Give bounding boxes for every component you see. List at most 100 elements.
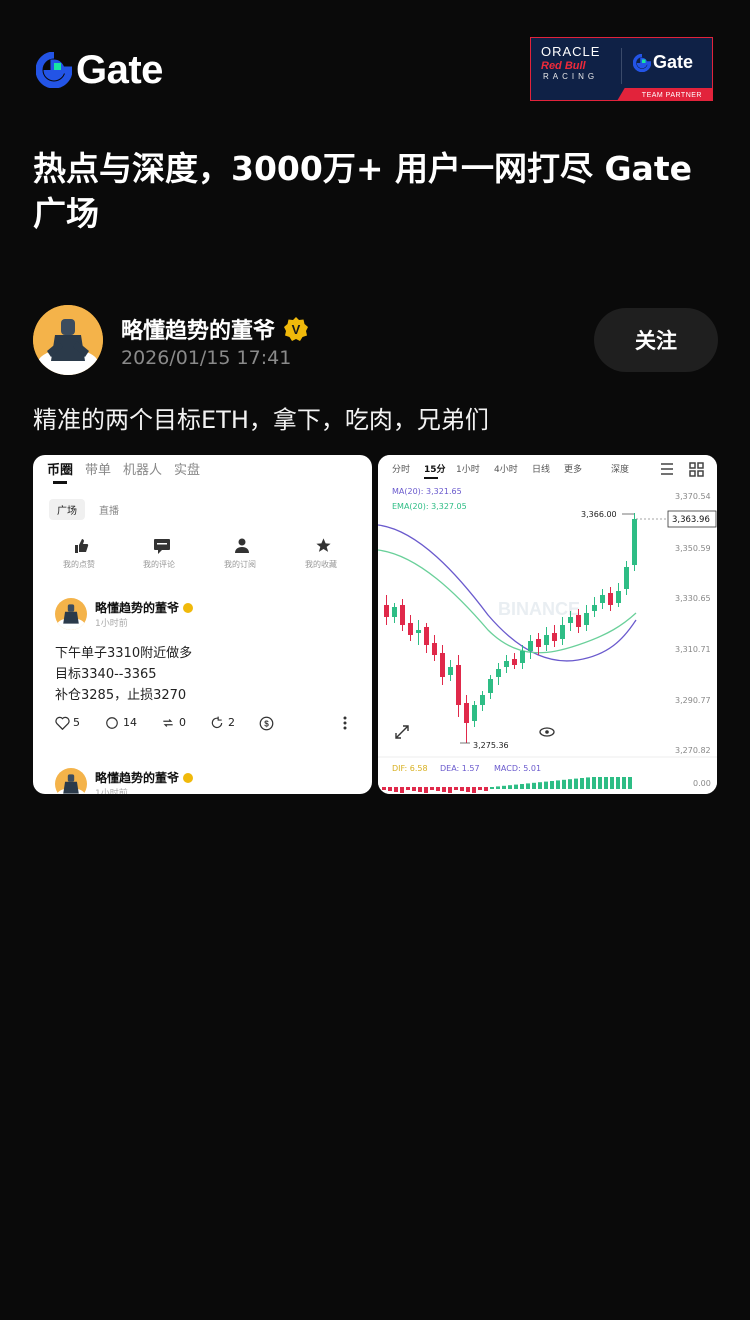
macd-bar	[442, 787, 446, 792]
team-partner-text: TEAM PARTNER	[641, 92, 702, 99]
macd-bar	[622, 777, 626, 789]
low-price-label: 3,275.36	[473, 741, 509, 750]
macd-bar	[502, 785, 506, 789]
candle-body	[456, 665, 461, 705]
author-name[interactable]: 略懂趋势的董爷 V	[121, 313, 309, 345]
macd-bar	[586, 777, 590, 789]
comment-bubble-icon	[106, 717, 118, 729]
macd-bar	[400, 787, 404, 793]
verified-badge-letter: V	[292, 322, 301, 337]
macd-bar	[580, 778, 584, 789]
macd-bar	[478, 787, 482, 790]
screenshot-line: 目标3340--3365	[55, 667, 157, 682]
candle-body	[488, 679, 493, 693]
candle-body	[616, 591, 621, 603]
macd-bar	[424, 787, 428, 793]
shares-count: 2	[228, 716, 235, 729]
macd-bar	[490, 787, 494, 789]
macd-bar	[592, 777, 596, 789]
screenshot-author-name: 略懂趋势的董爷	[95, 601, 180, 615]
macd-bar	[466, 787, 470, 792]
post-image-right[interactable]: 分时 15分 1小时 4小时 日线 更多 深度 MA(20): 3,321.65…	[378, 455, 717, 794]
macd-bar	[454, 787, 458, 790]
screenshot-badge-icon	[183, 602, 194, 613]
candle-body	[448, 667, 453, 675]
candle-body	[432, 643, 437, 655]
y-tick-label: 3,350.59	[675, 544, 711, 553]
macd-bar	[406, 787, 410, 790]
candle-body	[608, 593, 613, 605]
screenshot-avatar-2	[55, 768, 87, 794]
candle-body	[624, 567, 629, 589]
screenshot-action-label: 我的收藏	[305, 560, 337, 569]
gate-logo[interactable]: Gate	[36, 47, 163, 92]
macd-bar	[598, 777, 602, 789]
candle-body	[536, 639, 541, 647]
interval-tab: 15分	[424, 463, 446, 475]
watermark-text: BINANCE	[498, 599, 580, 619]
macd-bar	[610, 777, 614, 789]
macd-bar	[394, 787, 398, 792]
macd-bar	[382, 787, 386, 790]
post-author-row: 略懂趋势的董爷 V 2026/01/15 17:41 关注	[33, 305, 718, 375]
screenshot-line: 下午单子3310附近做多	[55, 646, 193, 661]
screenshot-avatar-figure-icon	[57, 774, 85, 794]
candle-body	[592, 605, 597, 611]
screenshot-subtab: 直播	[99, 506, 119, 517]
screenshot-time: 1小时前	[95, 619, 128, 629]
macd-bar	[532, 782, 536, 789]
candle-body	[512, 659, 517, 665]
screenshot-tab: 实盘	[174, 463, 201, 478]
candle-body	[440, 653, 445, 677]
candle-body	[552, 633, 557, 641]
macd-bar	[514, 784, 518, 789]
macd-bar	[460, 787, 464, 791]
author-avatar[interactable]	[33, 305, 103, 375]
oracle-text: ORACLE	[541, 44, 601, 59]
screenshot-line: 补仓3285，止损3270	[55, 688, 187, 703]
team-partner-banner[interactable]: ORACLE Red Bull RACING Gate TEAM PARTNER	[530, 37, 713, 101]
interval-tab: 深度	[611, 463, 629, 475]
subscribe-icon	[235, 538, 249, 553]
post-timestamp: 2026/01/15 17:41	[121, 347, 292, 369]
gate-logo-text: Gate	[76, 47, 163, 92]
candle-body	[528, 641, 533, 651]
macd-bar	[556, 780, 560, 789]
high-price-label: 3,366.00	[581, 510, 617, 519]
tip-dollar-icon: $	[259, 716, 274, 731]
macd-bar	[550, 781, 554, 789]
interval-tab: 1小时	[456, 463, 480, 475]
screenshot-author: 略懂趋势的董爷	[95, 599, 194, 616]
follow-button[interactable]: 关注	[594, 308, 718, 372]
candle-body	[424, 627, 429, 645]
gate-logo-icon	[36, 52, 72, 88]
reposts-count: 0	[179, 716, 186, 729]
macd-bar	[562, 779, 566, 789]
candle-body	[544, 635, 549, 645]
candle-body	[632, 519, 637, 565]
candle-body	[576, 615, 581, 627]
ma20-label: MA(20): 3,321.65	[392, 487, 462, 496]
macd-bar	[538, 782, 542, 789]
thumb-up-icon	[75, 539, 89, 553]
candle-body	[520, 651, 525, 663]
screenshot-badge-icon	[183, 772, 194, 783]
macd-bar	[388, 787, 392, 791]
share-icon	[211, 716, 223, 729]
y-tick-label: 3,310.71	[675, 645, 711, 654]
heart-icon	[55, 716, 70, 730]
interval-tab: 日线	[532, 463, 550, 475]
comments-count: 14	[123, 716, 137, 729]
svg-text:$: $	[264, 720, 269, 729]
macd-bar	[568, 779, 572, 789]
post-image-left[interactable]: 币圈 带单 机器人 实盘 广场 直播 我的点赞 我的评论 我的订阅 我的收藏 略…	[33, 455, 372, 794]
y-tick-label: 3,330.65	[675, 594, 711, 603]
screenshot-action-label: 我的点赞	[63, 560, 95, 569]
macd-bar	[544, 781, 548, 789]
macd-bar	[616, 777, 620, 789]
verified-badge-icon: V	[284, 317, 309, 341]
screenshot-tab: 币圈	[47, 463, 74, 478]
interval-tab: 更多	[564, 463, 582, 475]
macd-zero-label: 0.00	[693, 779, 711, 788]
racing-text: RACING	[543, 72, 599, 81]
